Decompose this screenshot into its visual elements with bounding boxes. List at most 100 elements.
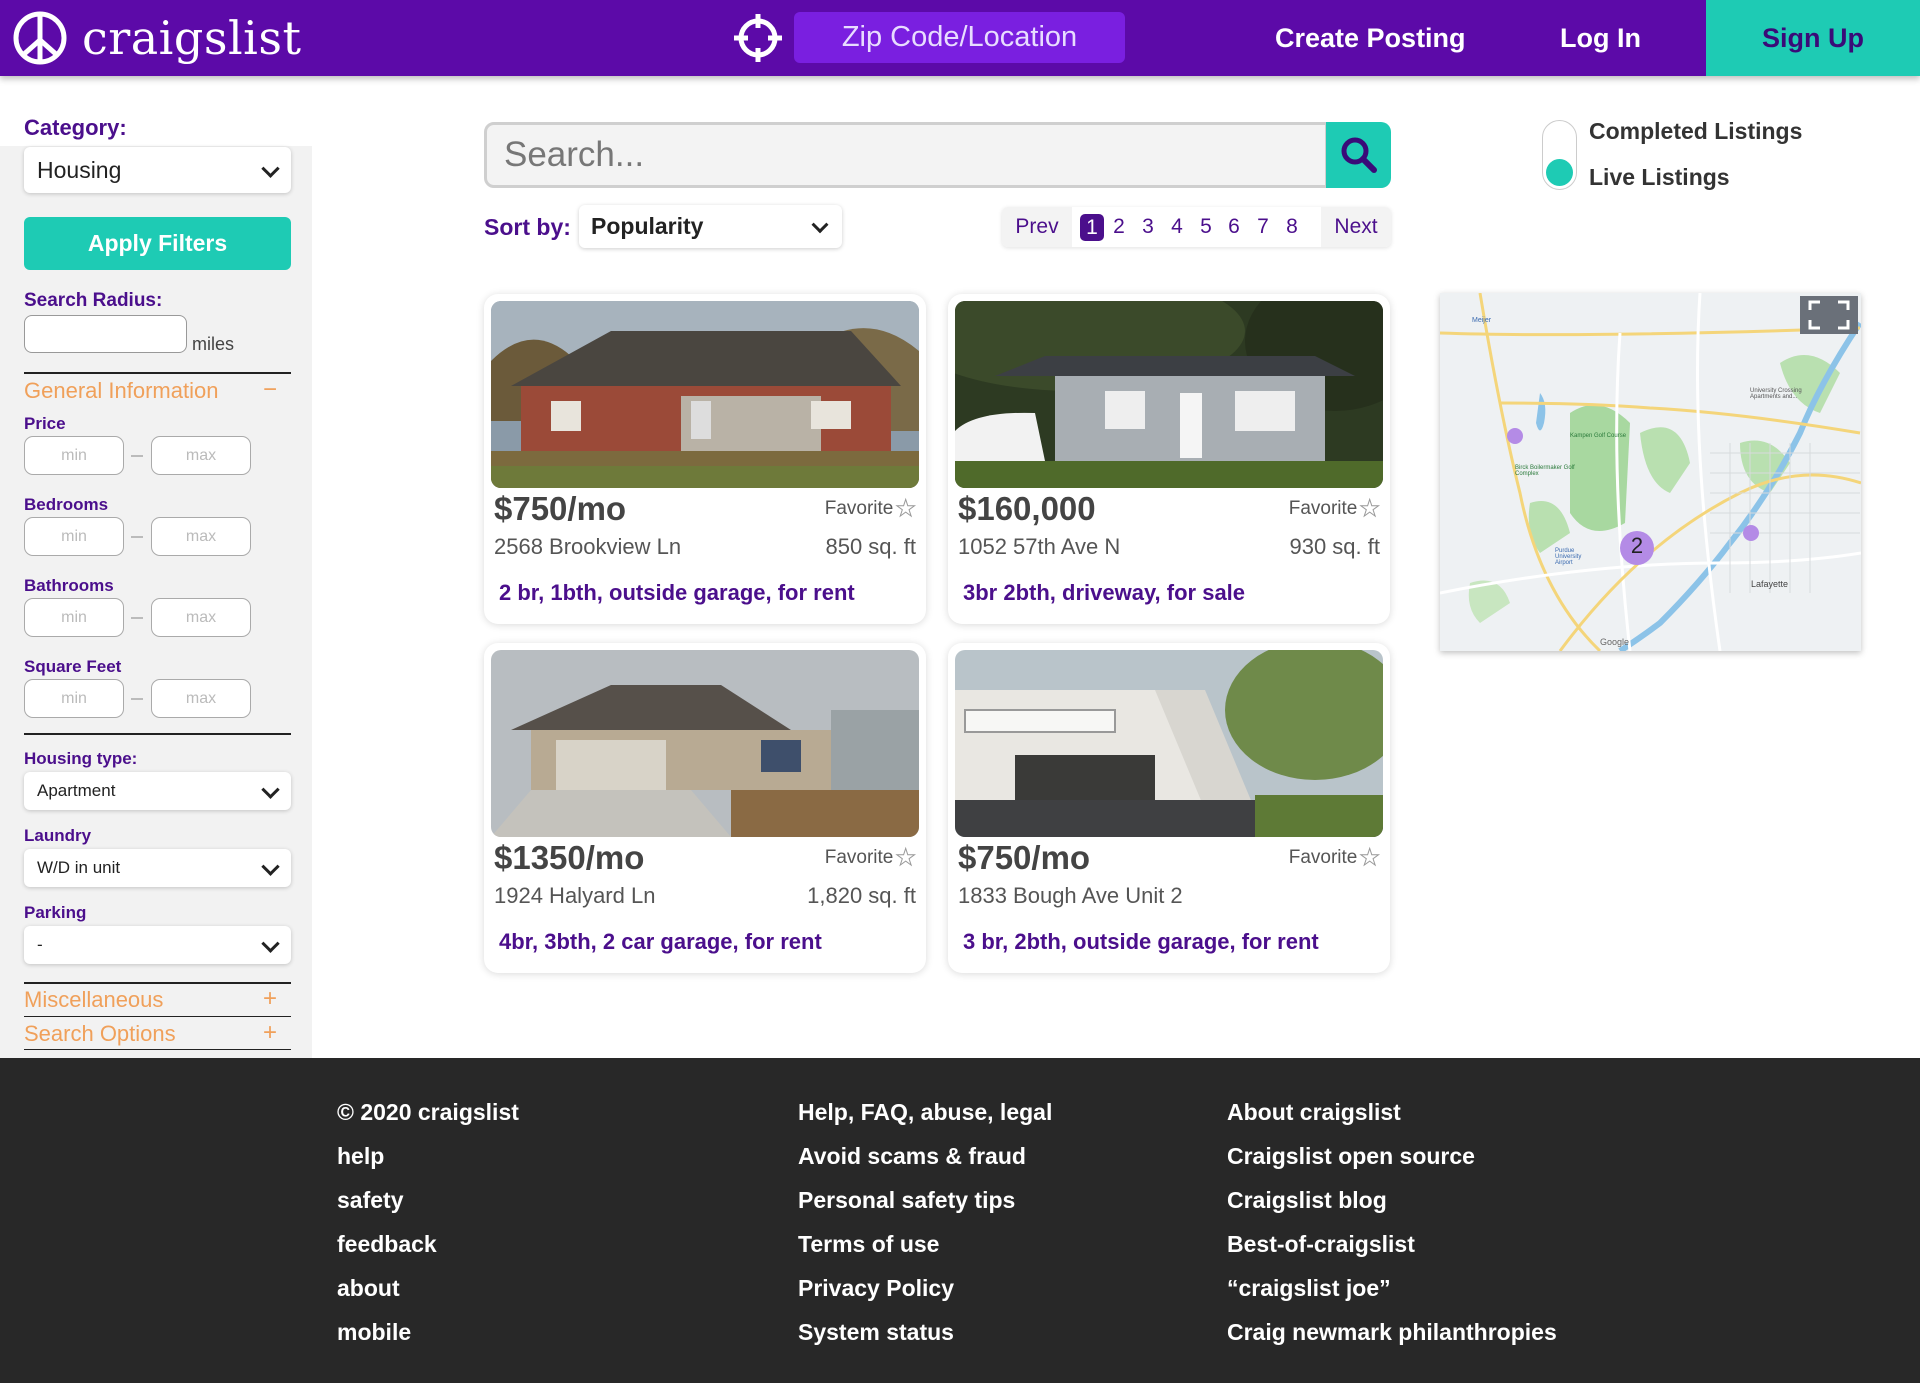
page-6-button[interactable]: 6 xyxy=(1222,207,1246,247)
bedrooms-min-input[interactable]: min xyxy=(24,517,124,556)
completed-listings-label[interactable]: Completed Listings xyxy=(1589,118,1802,145)
page-2-button[interactable]: 2 xyxy=(1107,207,1131,247)
listing-photo[interactable] xyxy=(955,650,1383,837)
create-posting-link[interactable]: Create Posting xyxy=(1275,0,1466,76)
listing-photo[interactable] xyxy=(491,301,919,488)
page-3-button[interactable]: 3 xyxy=(1136,207,1160,247)
listing-card[interactable]: $750/mo Favorite ★ 2568 Brookview Ln 850… xyxy=(484,294,926,624)
listing-sqft: 850 sq. ft xyxy=(825,534,916,559)
bedrooms-max-input[interactable]: max xyxy=(151,517,251,556)
expand-icon xyxy=(1808,300,1850,330)
footer-link-about[interactable]: about xyxy=(337,1266,519,1310)
bathrooms-label: Bathrooms xyxy=(24,576,114,595)
next-page-button[interactable]: Next xyxy=(1321,207,1391,247)
laundry-value: W/D in unit xyxy=(37,858,121,877)
map-cluster-count[interactable]: 2 xyxy=(1620,533,1654,563)
footer-link-safety-tips[interactable]: Personal safety tips xyxy=(798,1178,1052,1222)
favorite-button[interactable]: Favorite ★ xyxy=(1288,845,1381,869)
footer-link-mobile[interactable]: mobile xyxy=(337,1310,519,1354)
parking-select[interactable]: - xyxy=(24,926,291,964)
listing-status-toggle[interactable] xyxy=(1542,120,1577,190)
listing-description[interactable]: 4br, 3bth, 2 car garage, for rent xyxy=(499,929,822,955)
footer: © 2020 craigslist help safety feedback a… xyxy=(0,1058,1920,1383)
footer-link-safety[interactable]: safety xyxy=(337,1178,519,1222)
map-label: Purdue University Airport xyxy=(1555,548,1582,566)
apply-filters-button[interactable]: Apply Filters xyxy=(24,217,291,270)
star-icon: ★ xyxy=(895,844,917,870)
footer-link-privacy[interactable]: Privacy Policy xyxy=(798,1266,1052,1310)
divider xyxy=(24,982,291,984)
minus-icon: − xyxy=(262,376,277,403)
housing-type-select[interactable]: Apartment xyxy=(24,772,291,810)
listing-photo[interactable] xyxy=(491,650,919,837)
search-icon xyxy=(1341,137,1377,173)
footer-link-blog[interactable]: Craigslist blog xyxy=(1227,1178,1557,1222)
search-radius-input[interactable] xyxy=(24,315,187,353)
listings-map[interactable]: 2 Meijer University Crossing Apartments … xyxy=(1440,293,1861,651)
favorite-button[interactable]: Favorite ★ xyxy=(1289,496,1381,520)
favorite-label: Favorite xyxy=(1288,846,1358,868)
page-5-button[interactable]: 5 xyxy=(1194,207,1218,247)
listing-card[interactable]: $750/mo Favorite ★ 1833 Bough Ave Unit 2… xyxy=(948,643,1390,973)
divider xyxy=(24,1049,291,1050)
listing-price: $750/mo xyxy=(494,490,627,527)
footer-link-craigslist-joe[interactable]: “craigslist joe” xyxy=(1227,1266,1557,1310)
page-4-button[interactable]: 4 xyxy=(1165,207,1189,247)
prev-page-button[interactable]: Prev xyxy=(1002,207,1072,247)
log-in-link[interactable]: Log In xyxy=(1560,0,1641,76)
laundry-label: Laundry xyxy=(24,826,92,845)
housing-type-value: Apartment xyxy=(37,781,116,800)
footer-link-philanthropies[interactable]: Craig newmark philanthropies xyxy=(1227,1310,1557,1354)
square-feet-max-input[interactable]: max xyxy=(151,679,251,718)
price-min-input[interactable]: min xyxy=(24,436,124,475)
fullscreen-button[interactable] xyxy=(1800,296,1858,334)
page-8-button[interactable]: 8 xyxy=(1280,207,1304,247)
listing-address: 1052 57th Ave N xyxy=(958,534,1121,559)
page-1-button[interactable]: 1 xyxy=(1080,214,1104,241)
listing-description[interactable]: 3br 2bth, driveway, for sale xyxy=(963,580,1245,606)
bathrooms-max-input[interactable]: max xyxy=(151,598,251,637)
price-max-input[interactable]: max xyxy=(151,436,251,475)
search-options-toggle[interactable]: Search Options + xyxy=(24,1019,291,1047)
footer-link-help[interactable]: help xyxy=(337,1134,519,1178)
search-input[interactable]: Search... xyxy=(484,122,1328,188)
category-value: Housing xyxy=(37,156,122,183)
listing-card[interactable]: $1350/mo Favorite ★ 1924 Halyard Ln 1,82… xyxy=(484,643,926,973)
search-button[interactable] xyxy=(1326,122,1391,188)
bathrooms-min-input[interactable]: min xyxy=(24,598,124,637)
footer-link-feedback[interactable]: feedback xyxy=(337,1222,519,1266)
location-input[interactable]: Zip Code/Location xyxy=(794,12,1125,63)
listing-card[interactable]: $160,000 Favorite ★ 1052 57th Ave N 930 … xyxy=(948,294,1390,624)
footer-link-help-faq[interactable]: Help, FAQ, abuse, legal xyxy=(798,1090,1052,1134)
divider xyxy=(24,1016,291,1017)
listing-address: 2568 Brookview Ln xyxy=(494,534,682,559)
listing-description[interactable]: 3 br, 2bth, outside garage, for rent xyxy=(963,929,1319,955)
map-label: Google xyxy=(1600,637,1630,647)
footer-link-best-of[interactable]: Best-of-craigslist xyxy=(1227,1222,1557,1266)
listing-photo[interactable] xyxy=(955,301,1383,488)
footer-link-terms[interactable]: Terms of use xyxy=(798,1222,1052,1266)
chevron-down-icon xyxy=(261,934,280,953)
sign-up-button[interactable]: Sign Up xyxy=(1706,0,1920,76)
page-7-button[interactable]: 7 xyxy=(1251,207,1275,247)
square-feet-min-input[interactable]: min xyxy=(24,679,124,718)
sort-select[interactable]: Popularity xyxy=(579,205,842,248)
footer-link-avoid-scams[interactable]: Avoid scams & fraud xyxy=(798,1134,1052,1178)
listing-description[interactable]: 2 br, 1bth, outside garage, for rent xyxy=(499,580,855,606)
general-information-label: General Information xyxy=(24,378,219,403)
live-listings-label[interactable]: Live Listings xyxy=(1589,164,1730,191)
footer-link-system-status[interactable]: System status xyxy=(798,1310,1052,1354)
favorite-button[interactable]: Favorite ★ xyxy=(825,844,917,870)
footer-link-about-craigslist[interactable]: About craigslist xyxy=(1227,1090,1557,1134)
crosshair-location-icon[interactable] xyxy=(732,12,784,64)
listing-address: 1924 Halyard Ln xyxy=(494,883,656,908)
miscellaneous-toggle[interactable]: Miscellaneous + xyxy=(24,985,291,1013)
square-feet-label: Square Feet xyxy=(24,657,122,676)
laundry-select[interactable]: W/D in unit xyxy=(24,849,291,887)
footer-column-3: About craigslist Craigslist open source … xyxy=(1227,1090,1557,1354)
general-information-toggle[interactable]: General Information − xyxy=(24,376,291,404)
craigslist-logo[interactable]: craigslist xyxy=(12,10,301,66)
favorite-button[interactable]: Favorite ★ xyxy=(825,496,917,520)
footer-link-open-source[interactable]: Craigslist open source xyxy=(1227,1134,1557,1178)
category-select[interactable]: Housing xyxy=(24,147,291,193)
